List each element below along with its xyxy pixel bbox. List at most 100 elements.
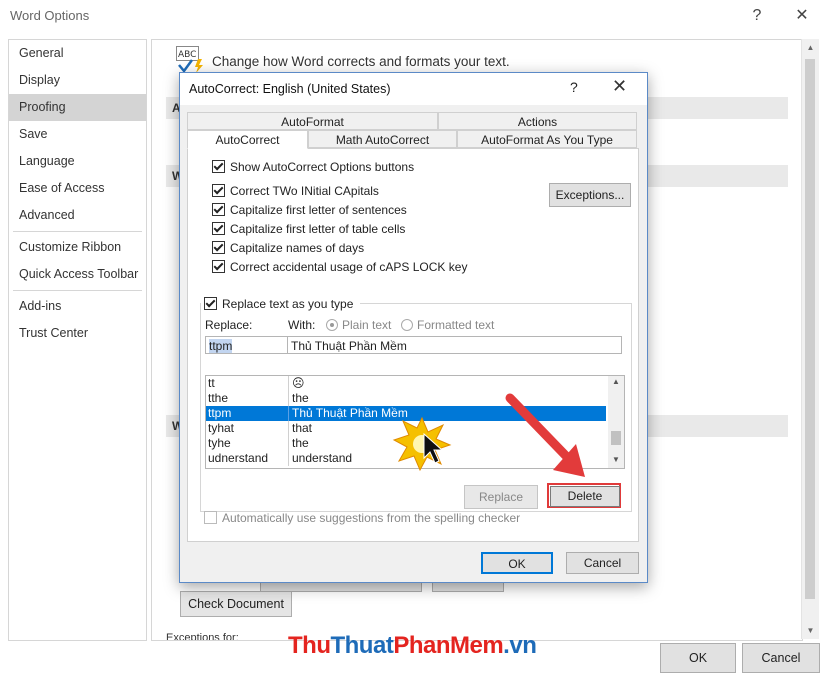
dialog-help-button[interactable]: ?	[570, 79, 578, 95]
dialog-cancel-button[interactable]: Cancel	[566, 552, 639, 574]
option-label: Correct accidental usage of cAPS LOCK ke…	[230, 260, 468, 274]
option-auto-suggestions[interactable]: Automatically use suggestions from the s…	[204, 511, 520, 525]
option-label: Capitalize first letter of table cells	[230, 222, 406, 236]
radio-selected[interactable]	[326, 319, 338, 331]
option-caps-lock[interactable]: Correct accidental usage of cAPS LOCK ke…	[212, 259, 467, 275]
delete-button[interactable]: Delete	[550, 486, 620, 507]
watermark-part: Thu	[288, 632, 331, 659]
option-capitalize-days[interactable]: Capitalize names of days	[212, 240, 364, 256]
checkbox-checked[interactable]	[212, 260, 225, 273]
list-item[interactable]: tyhat that	[206, 421, 606, 436]
entry-key: tyhat	[208, 421, 235, 435]
dialog-ok-button[interactable]: OK	[481, 552, 553, 574]
list-item[interactable]: udnerstand understand	[206, 451, 606, 466]
option-label: Automatically use suggestions from the s…	[222, 511, 521, 525]
radio-unselected[interactable]	[401, 319, 413, 331]
nav-item-advanced[interactable]: Advanced	[9, 202, 146, 229]
option-label: Replace text as you type	[222, 297, 354, 311]
abc-text: ABC	[178, 50, 196, 60]
list-item[interactable]: tyhe the	[206, 436, 606, 451]
list-scroll-thumb[interactable]	[611, 431, 621, 445]
radio-plain-text[interactable]: Plain text	[326, 318, 391, 332]
with-label: With:	[288, 318, 316, 332]
options-ok-button[interactable]: OK	[660, 643, 736, 673]
checkbox-unchecked[interactable]	[204, 511, 217, 524]
replace-label: Replace:	[205, 318, 253, 332]
option-capitalize-table-cells[interactable]: Capitalize first letter of table cells	[212, 221, 405, 237]
nav-item-trust-center[interactable]: Trust Center	[9, 320, 146, 347]
checkbox-checked[interactable]	[204, 297, 217, 310]
option-replace-as-you-type[interactable]: Replace text as you type	[204, 296, 353, 312]
list-item-selected[interactable]: ttpm Thủ Thuật Phần Mềm	[206, 406, 606, 421]
tab-autoformat-as-you-type[interactable]: AutoFormat As You Type	[457, 130, 637, 148]
option-show-autocorrect-buttons[interactable]: Show AutoCorrect Options buttons	[212, 159, 414, 175]
watermark-part: Thuat	[330, 632, 394, 659]
option-correct-two-initial-capitals[interactable]: Correct TWo INitial CApitals	[212, 183, 379, 199]
list-scroll-up-icon[interactable]: ▲	[608, 377, 624, 386]
option-label: Correct TWo INitial CApitals	[230, 184, 379, 198]
radio-label: Formatted text	[417, 318, 495, 332]
radio-formatted-text[interactable]: Formatted text	[401, 318, 494, 332]
radio-label: Plain text	[342, 318, 392, 332]
option-capitalize-sentences[interactable]: Capitalize first letter of sentences	[212, 202, 407, 218]
list-scroll-down-icon[interactable]: ▼	[608, 455, 624, 464]
with-input-value: Thủ Thuật Phần Mềm	[291, 339, 407, 353]
replace-input[interactable]: ttpm	[205, 336, 288, 354]
scroll-up-icon[interactable]: ▲	[802, 39, 819, 56]
autocorrect-entries-list[interactable]: tt ☹ tthe the ttpm Thủ Thuật Phần Mềm tyhat…	[205, 375, 625, 469]
options-cancel-button[interactable]: Cancel	[742, 643, 820, 673]
exceptions-button[interactable]: Exceptions...	[549, 183, 631, 207]
entry-key: tthe	[208, 391, 229, 405]
entry-value: Thủ Thuật Phần Mềm	[292, 406, 408, 420]
nav-item-general[interactable]: General	[9, 40, 146, 67]
entry-key: udnerstand	[208, 451, 269, 465]
window-help-button[interactable]: ?	[745, 4, 769, 28]
dialog-titlebar[interactable]: AutoCorrect: English (United States) ? ✕	[180, 73, 647, 105]
nav-item-ease-of-access[interactable]: Ease of Access	[9, 175, 146, 202]
option-label: Show AutoCorrect Options buttons	[230, 160, 415, 174]
watermark: ThuThuatPhanMem.vn	[288, 632, 537, 660]
option-label: Capitalize names of days	[230, 241, 365, 255]
entry-value: that	[292, 421, 313, 435]
checkbox-checked[interactable]	[212, 160, 225, 173]
exceptions-for-label: Exceptions for:	[166, 632, 239, 641]
nav-item-language[interactable]: Language	[9, 148, 146, 175]
window-close-button[interactable]: ✕	[790, 4, 814, 28]
tab-autocorrect[interactable]: AutoCorrect	[187, 130, 308, 149]
check-document-button[interactable]: Check Document	[180, 591, 292, 617]
scroll-down-icon[interactable]: ▼	[802, 622, 819, 639]
nav-item-add-ins[interactable]: Add-ins	[9, 293, 146, 320]
nav-item-quick-access-toolbar[interactable]: Quick Access Toolbar	[9, 261, 146, 288]
list-item[interactable]: tt ☹	[206, 376, 606, 391]
option-label: Capitalize first letter of sentences	[230, 203, 407, 217]
entry-key: tyhe	[208, 436, 231, 450]
checkbox-checked[interactable]	[212, 222, 225, 235]
list-scrollbar[interactable]: ▲ ▼	[608, 376, 624, 468]
nav-divider	[13, 290, 142, 291]
replace-group-divider	[360, 303, 631, 304]
main-scrollbar[interactable]: ▲ ▼	[801, 39, 819, 639]
page-heading: Change how Word corrects and formats you…	[212, 54, 510, 69]
checkbox-checked[interactable]	[212, 241, 225, 254]
nav-item-customize-ribbon[interactable]: Customize Ribbon	[9, 234, 146, 261]
tab-actions[interactable]: Actions	[438, 112, 637, 130]
checkbox-checked[interactable]	[212, 203, 225, 216]
autocorrect-dialog: AutoCorrect: English (United States) ? ✕…	[179, 72, 648, 583]
dialog-close-button[interactable]: ✕	[612, 76, 627, 97]
list-item[interactable]: tthe the	[206, 391, 606, 406]
nav-item-save[interactable]: Save	[9, 121, 146, 148]
scroll-thumb[interactable]	[805, 59, 815, 599]
checkbox-checked[interactable]	[212, 184, 225, 197]
entry-key: ttpm	[208, 406, 232, 420]
nav-item-proofing[interactable]: Proofing	[9, 94, 146, 121]
watermark-part: PhanMem	[393, 632, 504, 659]
entry-value: the	[292, 391, 309, 405]
watermark-part: .vn	[503, 632, 537, 659]
with-input[interactable]: Thủ Thuật Phần Mềm	[287, 336, 622, 354]
entry-value: the	[292, 436, 309, 450]
tab-math-autocorrect[interactable]: Math AutoCorrect	[308, 130, 457, 148]
tab-autoformat[interactable]: AutoFormat	[187, 112, 438, 130]
abc-check-icon: ABC	[176, 46, 206, 74]
replace-button[interactable]: Replace	[464, 485, 538, 509]
nav-item-display[interactable]: Display	[9, 67, 146, 94]
